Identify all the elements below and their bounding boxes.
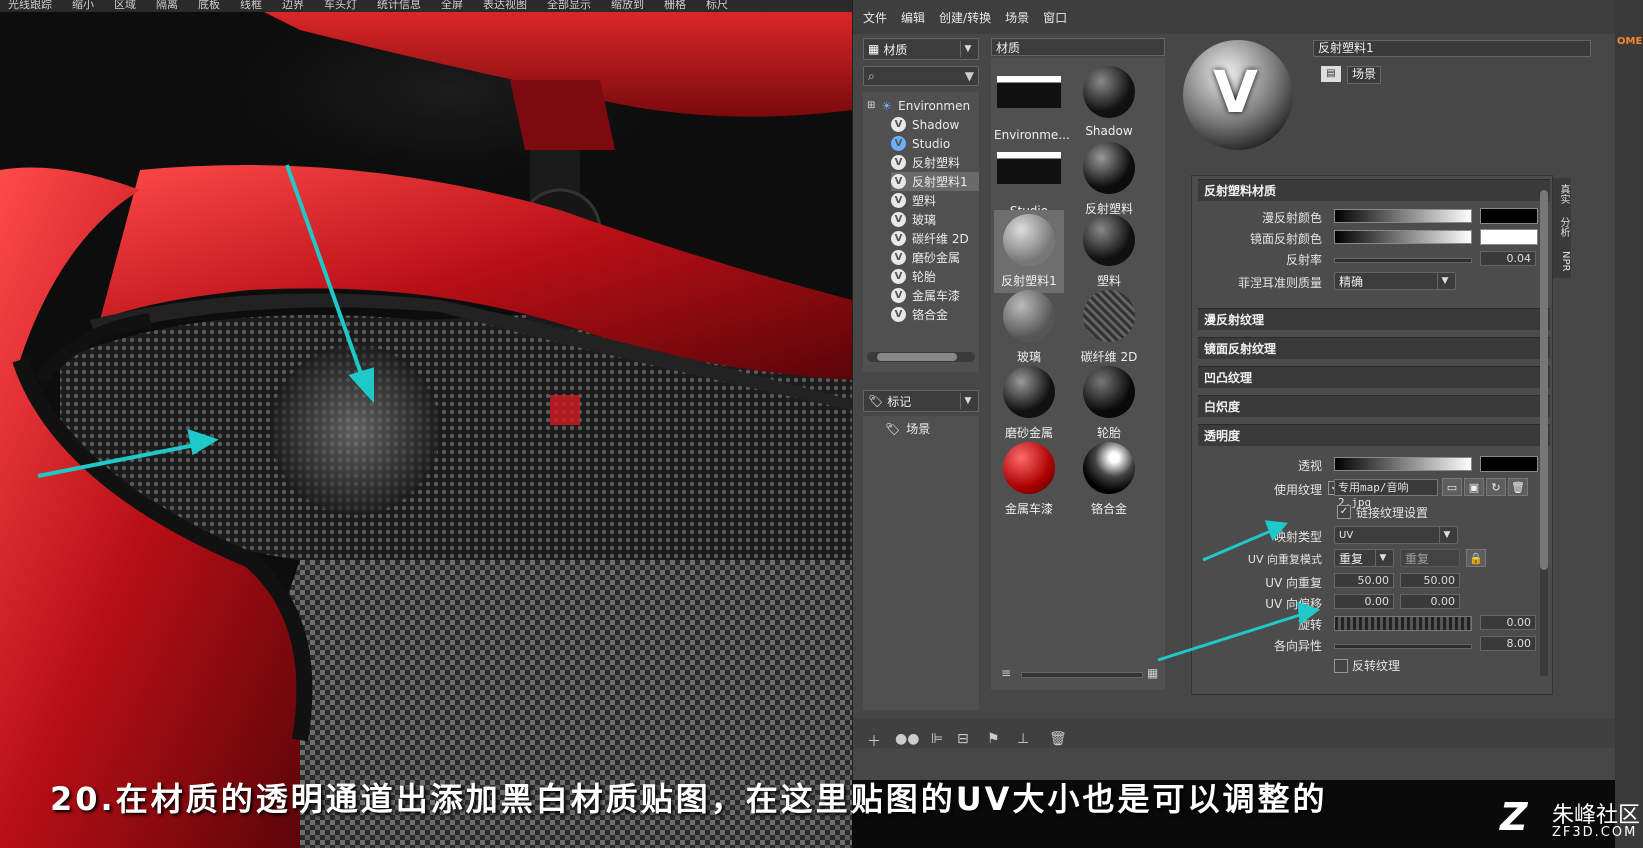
toolbar-item[interactable]: 线框 (232, 0, 274, 12)
toolbar-item[interactable]: 区域 (106, 0, 148, 12)
viewport-toolbar: 光线跟踪 缩小 区域 隔离 底板 线框 边界 车头灯 统计信息 全屏 表达视图 … (0, 0, 852, 12)
toolbar-item[interactable]: 车头灯 (316, 0, 369, 12)
toolbar-item[interactable]: 表达视图 (475, 0, 539, 12)
toolbar-item[interactable]: 全部显示 (539, 0, 603, 12)
toolbar-item[interactable]: 底板 (190, 0, 232, 12)
3d-viewport[interactable]: 光线跟踪 缩小 区域 隔离 底板 线框 边界 车头灯 统计信息 全屏 表达视图 … (0, 0, 852, 848)
toolbar-item[interactable]: 缩小 (64, 0, 106, 12)
home-logo: OME (1617, 36, 1643, 47)
annotation-arrows (1157, 520, 1321, 662)
toolbar-item[interactable]: 光线跟踪 (0, 0, 64, 12)
toolbar-item[interactable]: 栅格 (656, 0, 698, 12)
logo-mark: Z (1500, 795, 1528, 839)
background-window-edge: OME (1615, 0, 1643, 848)
toolbar-item[interactable]: 缩放到 (603, 0, 656, 12)
toolbar-item[interactable]: 边界 (274, 0, 316, 12)
logo-url: ZF3D.COM (1552, 825, 1638, 840)
tutorial-caption: 20.在材质的透明通道出添加黑白材质贴图，在这里贴图的UV大小也是可以调整的 (50, 780, 1328, 818)
toolbar-item[interactable]: 标尺 (698, 0, 740, 12)
toolbar-item[interactable]: 统计信息 (369, 0, 433, 12)
car-render (0, 0, 852, 848)
toolbar-item[interactable]: 隔离 (148, 0, 190, 12)
material-library-window: 文件 编辑 创建/转换 场景 窗口 ▦ 材质 ▼ ⌕ ▼ ⊞ ☀ Environ… (852, 0, 1616, 780)
toolbar-item[interactable]: 全屏 (433, 0, 475, 12)
